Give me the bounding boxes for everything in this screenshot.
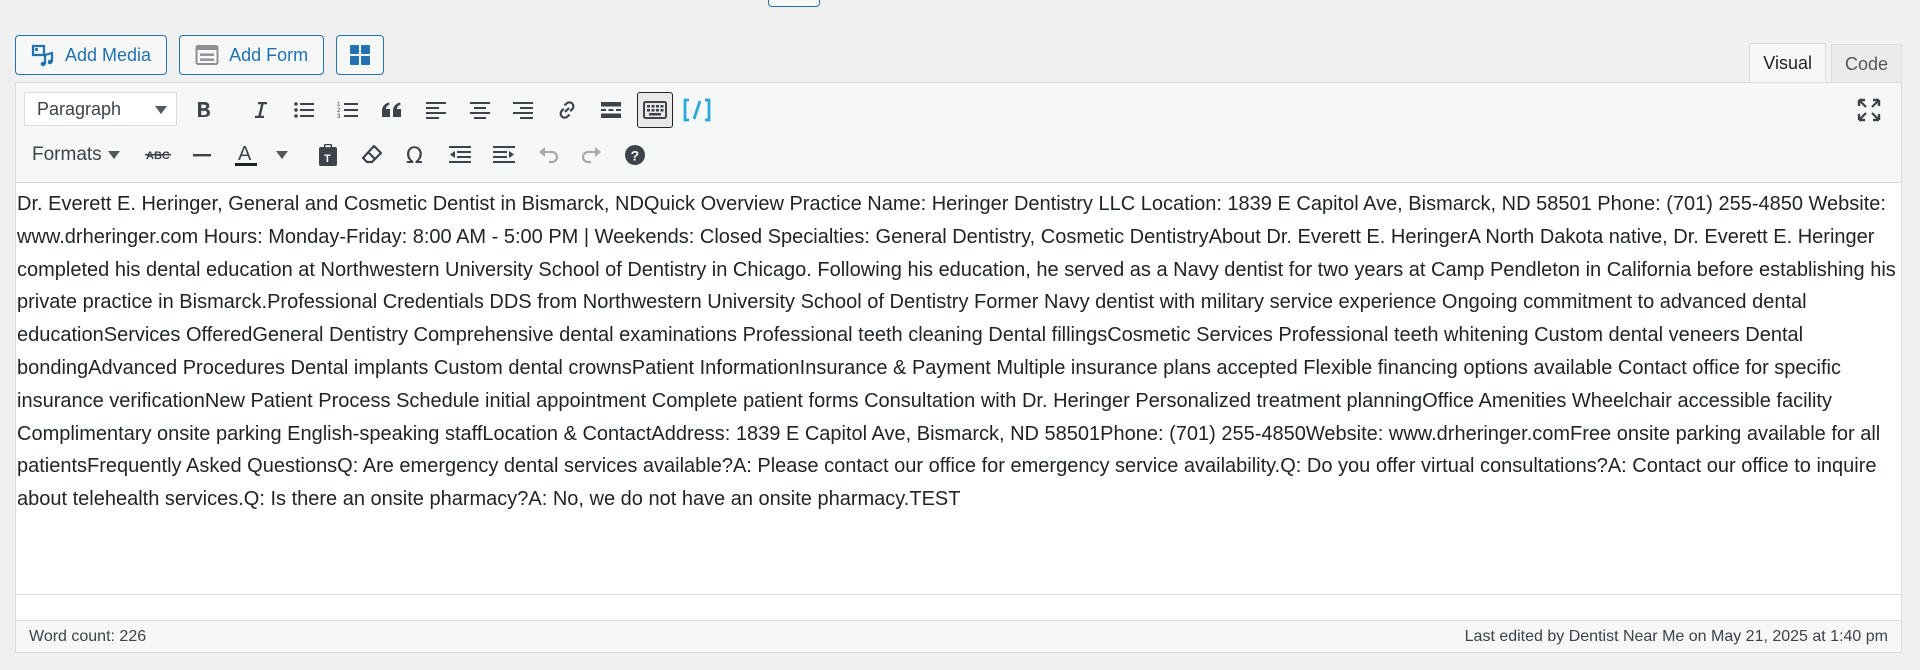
align-right-button[interactable] xyxy=(505,92,541,128)
classic-editor: Paragraph 123 Formats ABC A T Ω ? Dr. Ev… xyxy=(15,82,1902,653)
media-buttons-row: Add Media Add Form xyxy=(15,35,385,75)
content-divider xyxy=(16,594,1901,595)
svg-text:3: 3 xyxy=(337,114,341,120)
redo-button[interactable] xyxy=(574,137,610,173)
add-media-icon xyxy=(31,43,55,67)
undo-icon xyxy=(536,144,560,166)
special-character-icon: Ω xyxy=(405,144,427,166)
toolbar-toggle-icon xyxy=(643,100,667,120)
bold-icon xyxy=(195,100,213,120)
strikethrough-icon: ABC xyxy=(145,147,171,163)
help-button[interactable]: ? xyxy=(617,137,653,173)
align-center-button[interactable] xyxy=(462,92,498,128)
bulleted-list-icon xyxy=(293,100,315,120)
fullscreen-button[interactable] xyxy=(1851,92,1887,128)
tab-visual[interactable]: Visual xyxy=(1749,43,1826,83)
shortcode-icon xyxy=(683,98,711,122)
add-form-label: Add Form xyxy=(229,44,309,65)
svg-text:?: ? xyxy=(631,148,640,164)
top-tab-stub xyxy=(768,0,820,7)
last-edited: Last edited by Dentist Near Me on May 21… xyxy=(1464,627,1888,645)
horizontal-line-icon xyxy=(191,145,213,165)
grid-icon xyxy=(350,45,371,65)
outdent-icon xyxy=(448,145,472,165)
chevron-down-icon xyxy=(107,151,120,159)
toolbar-toggle-button[interactable] xyxy=(637,92,673,128)
svg-text:ABC: ABC xyxy=(146,150,170,162)
indent-icon xyxy=(492,145,516,165)
word-count: Word count: 226 xyxy=(29,627,147,645)
insert-link-button[interactable] xyxy=(549,92,585,128)
bold-button[interactable] xyxy=(186,92,222,128)
paragraph-select-value: Paragraph xyxy=(37,98,122,119)
blockquote-button[interactable] xyxy=(374,92,410,128)
editor-mode-tabs: Visual Code xyxy=(1749,43,1902,83)
align-left-button[interactable] xyxy=(418,92,454,128)
toolbar-row-2: Formats ABC A T Ω ? xyxy=(16,135,1901,175)
numbered-list-icon: 123 xyxy=(337,100,359,120)
add-form-button[interactable]: Add Form xyxy=(179,35,325,75)
italic-icon xyxy=(251,100,269,120)
read-more-button[interactable] xyxy=(593,92,629,128)
numbered-list-button[interactable]: 123 xyxy=(330,92,366,128)
add-form-icon xyxy=(195,44,219,66)
toolbar-row-1: Paragraph 123 xyxy=(16,90,1901,130)
bulleted-list-button[interactable] xyxy=(286,92,322,128)
text-color-dropdown[interactable] xyxy=(272,137,292,173)
shortcode-button[interactable] xyxy=(679,92,715,128)
text-color-button[interactable]: A xyxy=(228,137,264,173)
blocks-button[interactable] xyxy=(336,35,385,75)
editor-content[interactable]: Dr. Everett E. Heringer, General and Cos… xyxy=(16,183,1901,592)
paste-as-text-button[interactable]: T xyxy=(310,137,346,173)
add-media-button[interactable]: Add Media xyxy=(15,35,168,75)
editor-toolbar: Paragraph 123 Formats ABC A T Ω ? xyxy=(16,83,1901,183)
insert-link-icon xyxy=(555,98,579,122)
clear-formatting-button[interactable] xyxy=(354,137,390,173)
horizontal-line-button[interactable] xyxy=(184,137,220,173)
redo-icon xyxy=(580,144,604,166)
clear-formatting-icon xyxy=(361,144,383,166)
undo-button[interactable] xyxy=(530,137,566,173)
align-left-icon xyxy=(425,100,447,120)
blockquote-icon xyxy=(381,101,403,119)
chevron-down-icon xyxy=(155,106,167,114)
help-icon: ? xyxy=(624,144,646,166)
align-right-icon xyxy=(512,100,534,120)
svg-text:A: A xyxy=(238,143,252,165)
formats-label: Formats xyxy=(32,144,102,165)
strikethrough-button[interactable]: ABC xyxy=(140,137,176,173)
special-character-button[interactable]: Ω xyxy=(398,137,434,173)
read-more-icon xyxy=(600,100,622,120)
fullscreen-icon xyxy=(1857,98,1881,122)
outdent-button[interactable] xyxy=(442,137,478,173)
svg-text:Ω: Ω xyxy=(406,144,423,166)
align-center-icon xyxy=(469,100,491,120)
italic-button[interactable] xyxy=(242,92,278,128)
paste-as-text-icon: T xyxy=(317,143,339,167)
svg-text:T: T xyxy=(324,153,331,165)
paragraph-format-select[interactable]: Paragraph xyxy=(24,92,177,126)
text-color-icon: A xyxy=(234,142,258,168)
formats-dropdown[interactable]: Formats xyxy=(32,139,120,171)
indent-button[interactable] xyxy=(486,137,522,173)
chevron-down-icon xyxy=(276,151,288,159)
add-media-label: Add Media xyxy=(65,44,152,65)
tab-code[interactable]: Code xyxy=(1830,44,1902,83)
editor-status-bar: Word count: 226 Last edited by Dentist N… xyxy=(16,620,1901,652)
